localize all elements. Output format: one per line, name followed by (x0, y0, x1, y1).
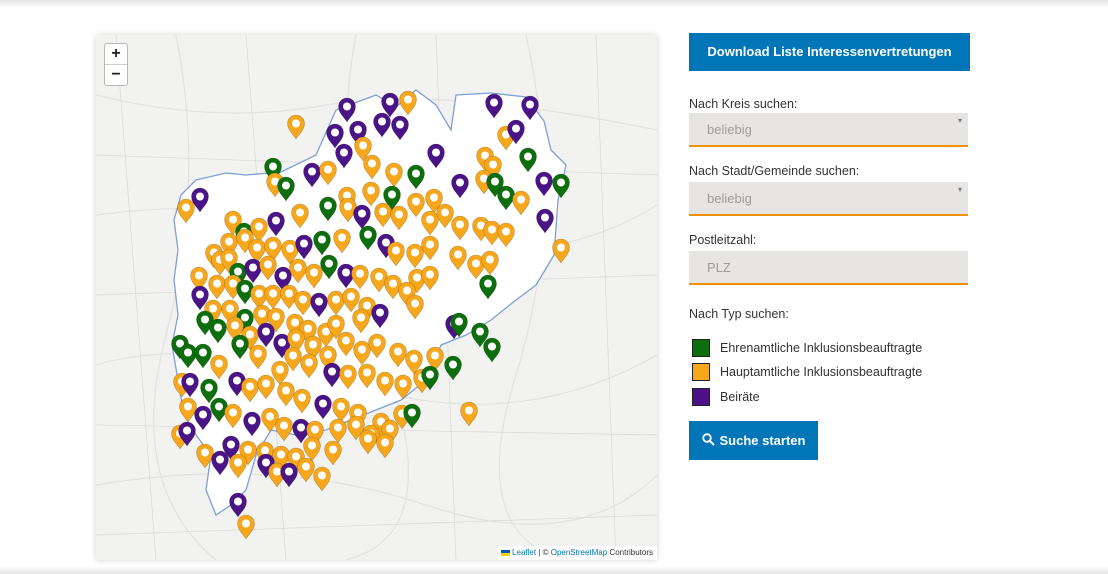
map-marker-hauptamtlich[interactable] (297, 457, 315, 483)
leaflet-link[interactable]: Leaflet (512, 548, 536, 557)
plz-label: Postleitzahl: (689, 233, 757, 247)
zoom-control: + − (104, 43, 128, 86)
map-marker-hauptamtlich[interactable] (287, 114, 305, 140)
legend-swatch-green (692, 339, 710, 357)
legend-label-hauptamtlich: Hauptamtliche Inklusionsbeauftragte (720, 365, 923, 379)
stadt-label: Nach Stadt/Gemeinde suchen: (689, 164, 860, 178)
legend-swatch-purple (692, 388, 710, 406)
search-icon (701, 422, 715, 461)
map-marker-beirat[interactable] (280, 462, 298, 488)
legend-label-beiraete: Beiräte (720, 390, 760, 404)
top-shadow (0, 0, 1108, 8)
attribution-contributors: Contributors (607, 548, 653, 557)
legend-label-ehrenamtlich: Ehrenamtliche Inklusionsbeauftragte (720, 341, 923, 355)
stadt-select[interactable]: beliebig ▾ (689, 182, 968, 216)
ukraine-flag-icon (501, 550, 511, 556)
map-marker-hauptamtlich[interactable] (275, 416, 293, 442)
chevron-down-icon: ▾ (957, 116, 962, 125)
map-marker-hauptamtlich[interactable] (359, 429, 377, 455)
zoom-out-button[interactable]: − (105, 64, 127, 85)
chevron-down-icon: ▾ (957, 185, 962, 194)
kreis-label: Nach Kreis suchen: (689, 97, 798, 111)
plz-placeholder: PLZ (707, 260, 731, 275)
map-marker-hauptamtlich[interactable] (303, 436, 321, 462)
stadt-select-value: beliebig (707, 191, 752, 206)
map-marker-hauptamtlich[interactable] (552, 238, 570, 264)
download-list-button[interactable]: Download Liste Interessenvertretungen (689, 33, 970, 71)
map-base (96, 35, 657, 560)
search-button-label: Suche starten (719, 433, 806, 448)
kreis-select-value: beliebig (707, 122, 752, 137)
legend-swatch-orange (692, 363, 710, 381)
attribution-separator: | © (536, 548, 551, 557)
map-marker-ehrenamtlich[interactable] (403, 403, 421, 429)
map-marker-hauptamtlich[interactable] (324, 440, 342, 466)
map-marker-ehrenamtlich[interactable] (444, 355, 462, 381)
bottom-shadow (0, 566, 1108, 574)
map-marker-hauptamtlich[interactable] (329, 418, 347, 444)
osm-link[interactable]: OpenStreetMap (551, 548, 607, 557)
map-attribution: Leaflet | © OpenStreetMap Contributors (497, 546, 657, 560)
map-marker-hauptamtlich[interactable] (460, 401, 478, 427)
map-marker-hauptamtlich[interactable] (237, 514, 255, 540)
plz-input[interactable]: PLZ (689, 251, 968, 285)
typ-label: Nach Typ suchen: (689, 307, 789, 321)
map-marker-hauptamtlich[interactable] (313, 466, 331, 492)
map-marker-beirat[interactable] (229, 492, 247, 518)
map-marker-ehrenamtlich[interactable] (483, 337, 501, 363)
zoom-in-button[interactable]: + (105, 44, 127, 64)
map-container[interactable]: + − Leaflet | © OpenStreetMap Contributo… (96, 35, 657, 560)
map-marker-hauptamtlich[interactable] (376, 433, 394, 459)
search-button[interactable]: Suche starten (689, 421, 818, 460)
kreis-select[interactable]: beliebig ▾ (689, 113, 968, 147)
